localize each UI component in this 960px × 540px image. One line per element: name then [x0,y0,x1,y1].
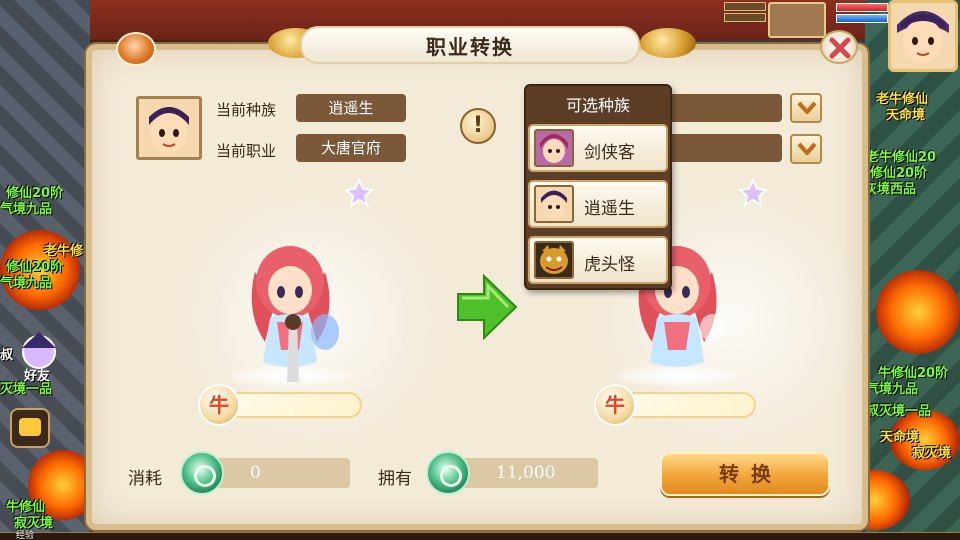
race-menu-title: 可选种族 [565,96,630,115]
minimap-toggle[interactable] [724,2,766,24]
help-button[interactable]: ! [460,108,496,144]
target-job-select[interactable] [672,134,782,162]
race-option-jianxiake[interactable]: 剑侠客 [528,124,668,172]
overhead-name: 天命境 [880,430,920,445]
overhead-name: 灭境一品 [0,382,53,397]
star-icon [344,178,374,208]
overhead-name: 叔 [0,348,14,363]
close-icon [829,37,851,59]
coin-icon [426,451,470,495]
overhead-name: 灰境西品 [864,182,917,197]
current-race-label: 当前种族 [216,101,277,119]
experience-label: 经验 [16,531,35,540]
player-status-bars [836,3,888,25]
xiaoyaosheng-portrait-icon [534,185,574,223]
overhead-name: 天命境 [886,108,926,123]
convert-arrow-icon [457,273,518,341]
overhead-name: 修仙20阶 [6,186,64,201]
zodiac-ox-badge-left[interactable]: 牛 [198,384,240,426]
overhead-name: 气境九品 [866,382,919,397]
cost-label: 消耗 [128,469,162,489]
current-character-portrait [136,96,202,160]
chevron-down-icon [797,101,817,114]
experience-bar [0,532,960,540]
overhead-name: 气境九品 [0,276,53,291]
race-option-label: 虎头怪 [584,255,635,275]
race-option-label: 剑侠客 [584,143,635,163]
race-option-hutouguai[interactable]: 虎头怪 [528,236,668,284]
close-button[interactable] [820,30,858,64]
convert-button[interactable]: 转换 [660,452,830,496]
jianxiake-portrait-icon [534,129,574,167]
current-character-model [251,246,339,382]
hutouguai-portrait-icon [534,241,574,279]
overhead-name: 老牛修 [44,244,84,259]
overhead-name: 叔灭境一品 [866,404,932,419]
overhead-name: 寂灭境 [912,446,952,461]
pet-avatar[interactable] [768,2,826,38]
chevron-down-icon [797,142,817,155]
title-ornament-right [640,28,696,58]
overhead-name: 牛修仙20阶 [878,366,949,381]
overhead-name: 老牛修仙 [876,92,929,107]
monkey-emblem-icon [116,32,156,66]
race-option-label: 逍遥生 [584,199,635,219]
chat-bubble-icon [19,418,41,436]
fire-effect [876,270,960,354]
race-option-xiaoyaosheng[interactable]: 逍遥生 [528,180,668,228]
coin-icon [180,451,224,495]
dialog-title: 职业转换 [426,35,514,59]
overhead-name: 牛修仙 [6,500,46,515]
current-race-value: 逍遥生 [296,94,406,122]
star-icon [738,178,768,208]
target-race-select[interactable] [672,94,782,122]
overhead-name: 气境九品 [0,202,53,217]
race-dropdown-button[interactable] [790,93,822,123]
current-job-value: 大唐官府 [296,134,406,162]
player-avatar[interactable] [888,0,958,72]
overhead-name: 老牛修仙20 [866,150,937,165]
overhead-name: 修仙20阶 [6,260,64,275]
overhead-name: 修仙20阶 [870,166,928,181]
own-label: 拥有 [378,469,412,489]
job-dropdown-button[interactable] [790,134,822,164]
friends-label: 好友 [24,369,51,384]
current-job-label: 当前职业 [216,142,277,160]
zodiac-ox-badge-right[interactable]: 牛 [594,384,636,426]
chat-button[interactable] [10,408,50,448]
